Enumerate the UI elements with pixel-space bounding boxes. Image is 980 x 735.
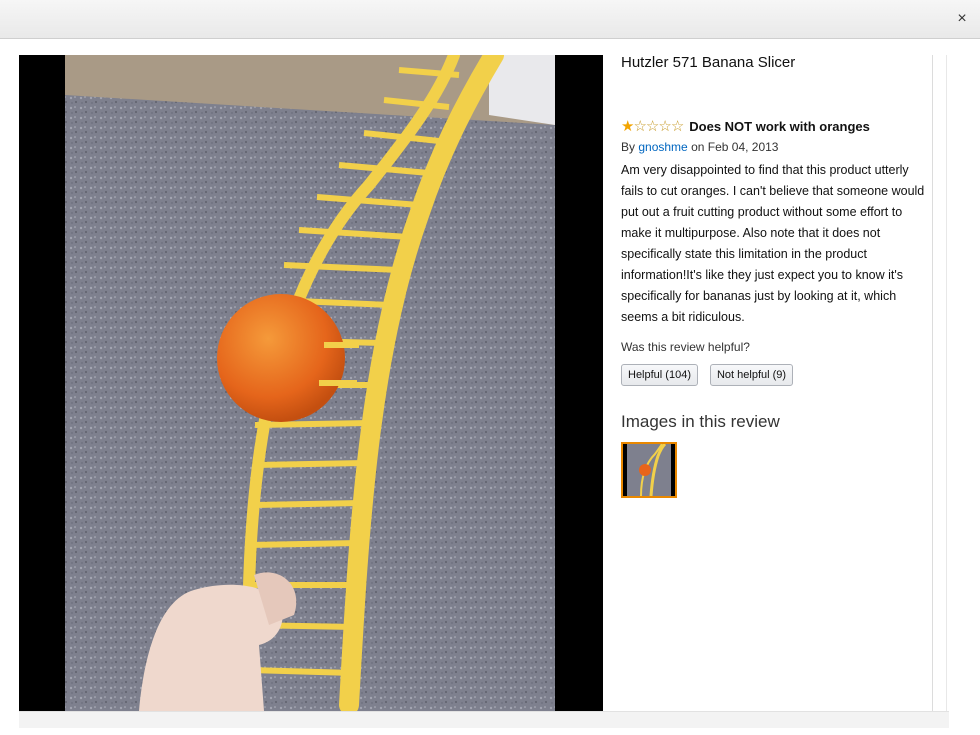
not-helpful-button[interactable]: Not helpful (9) [709,364,794,386]
review-image-viewer [19,55,603,711]
panel-divider [932,55,933,711]
scrollbar-track[interactable] [946,55,947,711]
star-full-icon: ★ [621,118,635,135]
review-body: Am very disappointed to find that this p… [621,163,925,324]
star-empty-icon: ☆ [633,118,647,135]
images-heading: Images in this review [621,412,780,431]
star-empty-icon: ☆ [670,118,685,135]
review-photo [65,55,555,711]
dialog-header: × [0,0,980,39]
star-rating: ★ ☆ ☆ ☆ ☆ [621,118,685,135]
close-icon[interactable]: × [952,9,972,29]
star-empty-icon: ☆ [645,118,660,135]
review-details: Hutzler 571 Banana Slicer ★ ☆ ☆ ☆ ☆ Does… [621,52,931,498]
review-title: Does NOT work with oranges [689,119,870,134]
review-date: on Feb 04, 2013 [691,140,779,154]
helpful-button[interactable]: Helpful (104) [621,364,698,386]
star-empty-icon: ☆ [658,118,672,135]
product-title: Hutzler 571 Banana Slicer [621,54,796,71]
dialog-footer [19,711,949,728]
helpful-buttons: Helpful (104) Not helpful (9) [621,364,931,386]
by-prefix: By [621,140,636,154]
review-byline: By gnoshme on Feb 04, 2013 [621,140,931,154]
review-image-thumbnail[interactable] [621,442,677,498]
review-header: ★ ☆ ☆ ☆ ☆ Does NOT work with oranges [621,119,931,134]
helpful-question: Was this review helpful? [621,340,750,354]
author-link[interactable]: gnoshme [638,140,687,154]
thumbnail-photo [623,444,675,496]
